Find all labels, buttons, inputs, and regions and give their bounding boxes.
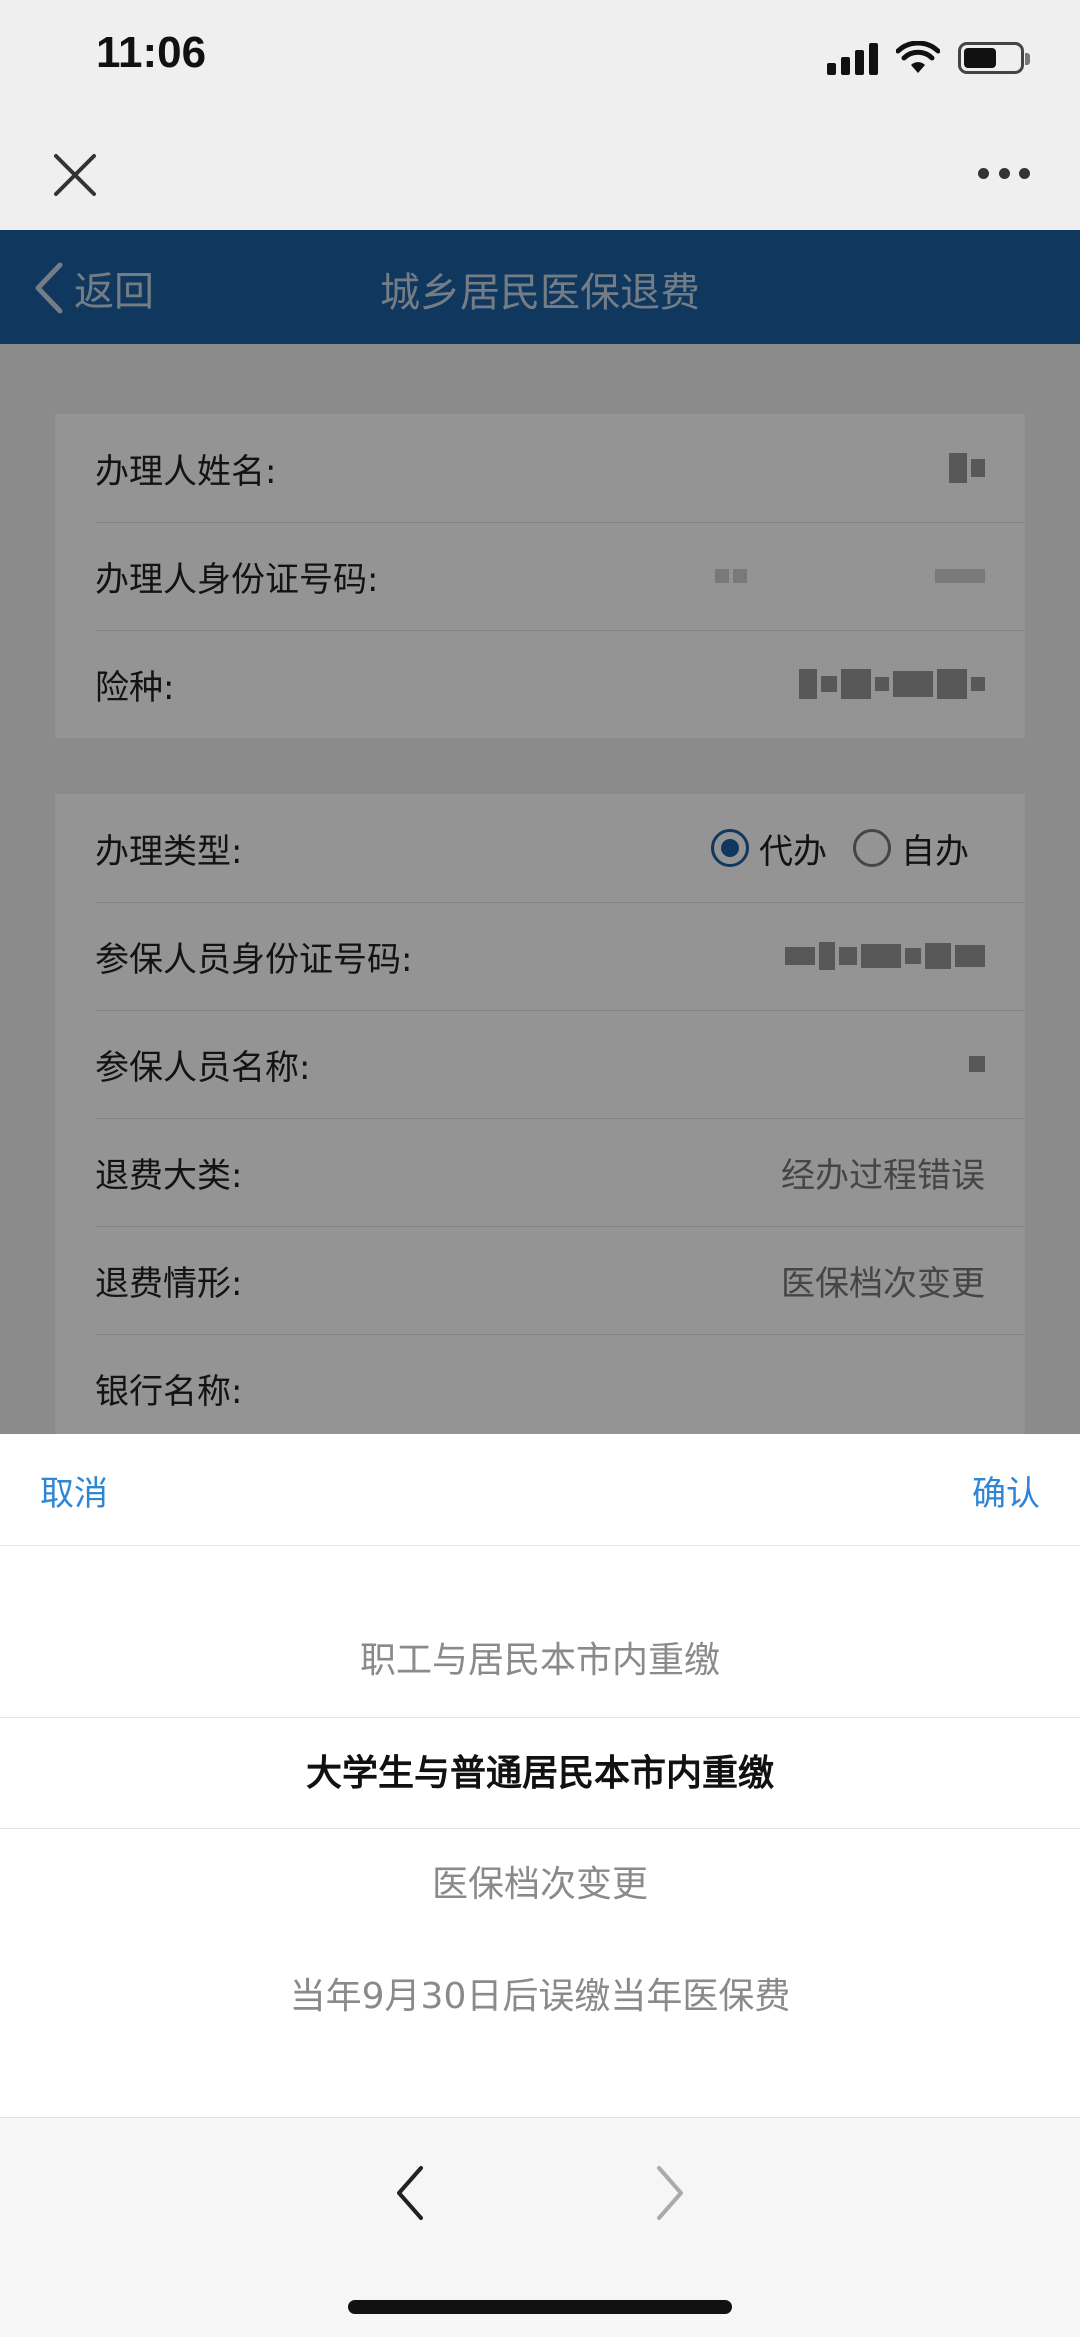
screen: 11:06 返回 城乡居民医保退费 办理人姓名: 办理人身份证号码: 险种: 办… xyxy=(0,0,1080,2337)
modal-overlay[interactable] xyxy=(0,230,1080,1434)
battery-icon xyxy=(958,42,1030,74)
wifi-icon xyxy=(896,41,940,73)
status-time: 11:06 xyxy=(96,28,207,77)
cellular-signal-icon xyxy=(827,41,878,75)
more-options-icon[interactable] xyxy=(978,168,1030,182)
status-icons xyxy=(827,38,1030,78)
picker-option[interactable]: 当年9月30日后误缴当年医保费 xyxy=(0,1941,1080,2053)
status-bar: 11:06 xyxy=(0,0,1080,120)
confirm-button[interactable]: 确认 xyxy=(972,1466,1040,1515)
picker-option[interactable]: 职工与居民本市内重缴 xyxy=(0,1605,1080,1717)
picker-option-selected[interactable]: 大学生与普通居民本市内重缴 xyxy=(0,1717,1080,1829)
picker-sheet: 取消 确认 职工与居民本市内重缴 大学生与普通居民本市内重缴 医保档次变更 当年… xyxy=(0,1434,1080,2337)
picker-options[interactable]: 职工与居民本市内重缴 大学生与普通居民本市内重缴 医保档次变更 当年9月30日后… xyxy=(0,1546,1080,2051)
picker-option[interactable]: 医保档次变更 xyxy=(0,1829,1080,1941)
cancel-button[interactable]: 取消 xyxy=(40,1466,108,1515)
picker-toolbar: 取消 确认 xyxy=(0,1434,1080,1546)
chevron-right-icon[interactable] xyxy=(645,2158,695,2228)
close-icon[interactable] xyxy=(50,150,100,200)
browser-top-bar xyxy=(0,120,1080,230)
chevron-left-icon[interactable] xyxy=(385,2158,435,2228)
home-indicator xyxy=(348,2300,732,2314)
